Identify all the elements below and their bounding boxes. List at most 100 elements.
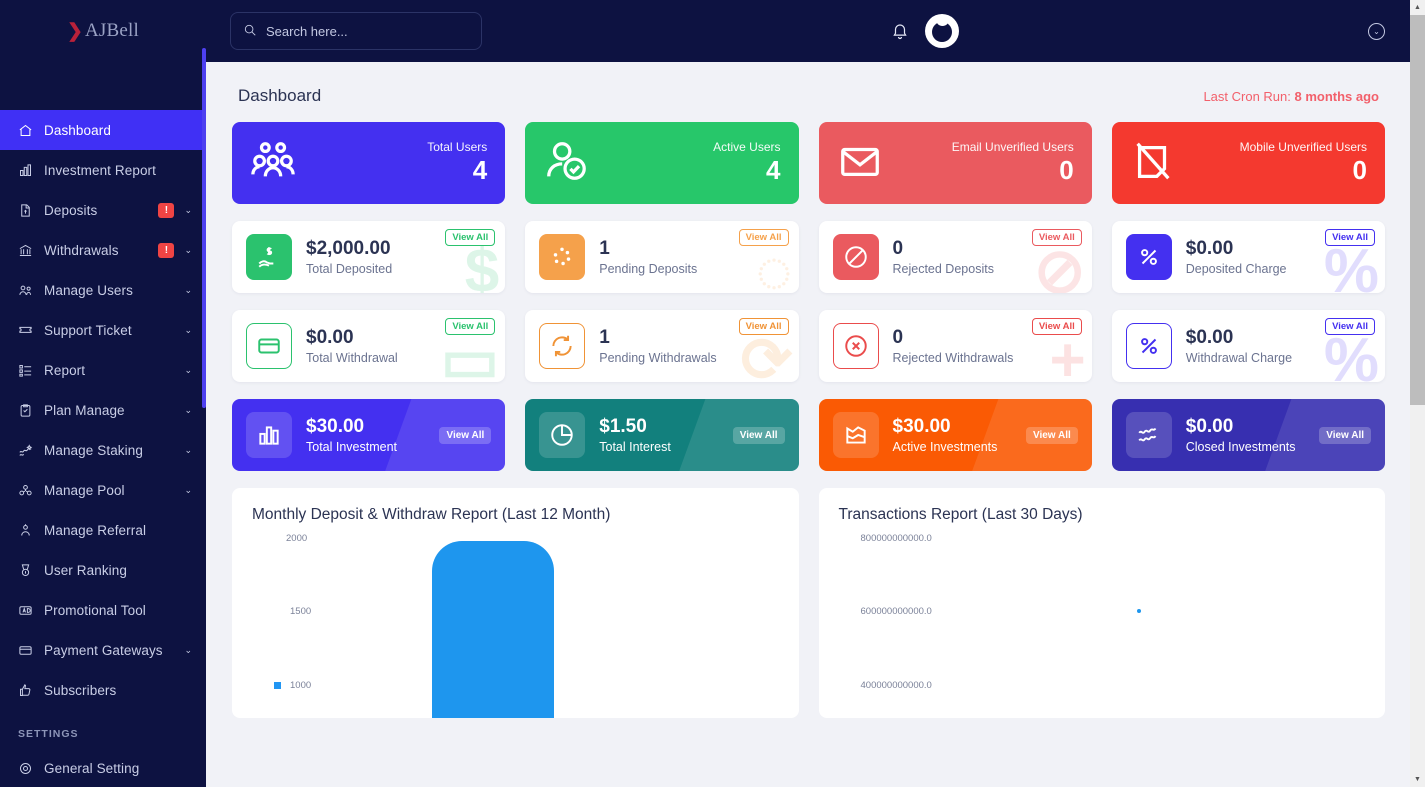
stat-label: Email Unverified Users — [951, 140, 1074, 155]
bank-icon — [18, 243, 44, 258]
sidebar-item-plan-manage[interactable]: Plan Manage ⌄ — [0, 390, 206, 430]
sidebar-item-payment-gateways[interactable]: Payment Gateways ⌄ — [0, 630, 206, 670]
card-watermark-icon: % — [1323, 326, 1379, 383]
sidebar-item-promotional-tool[interactable]: Promotional Tool — [0, 590, 206, 630]
sidebar-item-withdrawals[interactable]: Withdrawals! ⌄ — [0, 230, 206, 270]
info-card-withdrawal-charge[interactable]: $0.00 Withdrawal Charge% View All — [1111, 310, 1385, 383]
info-card-total-withdrawal[interactable]: $0.00 Total Withdrawal ▭ View All — [232, 310, 506, 382]
sidebar-item-manage-pool[interactable]: Manage Pool ⌄ — [0, 470, 206, 510]
sidebar-item-manage-referral[interactable]: Manage Referral — [0, 510, 206, 550]
view-all-button[interactable]: View All — [732, 426, 785, 444]
topbar: Search here... ⌄ — [206, 0, 1425, 62]
sidebar-item-badge: ! — [158, 242, 175, 258]
search-input[interactable]: Search here... — [230, 12, 482, 50]
chevron-down-icon: ⌄ — [184, 204, 192, 215]
stat-card-mobile-unverified-users[interactable]: Mobile Unverified Users 0 — [1111, 122, 1385, 204]
sidebar-item-support-ticket[interactable]: Support Ticket ⌄ — [0, 310, 206, 350]
sidebar-item-label: User Ranking — [44, 562, 127, 578]
sidebar-item-subscribers[interactable]: Subscribers — [0, 670, 206, 710]
stat-col: Email Unverified Users 0 — [818, 122, 1092, 204]
y-tick: 400000000000.0 — [860, 680, 932, 691]
chart-title: Transactions Report (Last 30 Days) — [838, 506, 1083, 523]
pool-icon — [18, 483, 44, 498]
info-card-rejected-withdrawals[interactable]: 0 Rejected Withdrawals + View All — [818, 310, 1092, 382]
card-col: $0.00 Total Withdrawal ▭ View All — [232, 310, 506, 382]
chart-data-point[interactable] — [1136, 609, 1141, 613]
info-card-total-deposited[interactable]: $2,000.00 Total Deposited $ View All — [232, 221, 506, 293]
stat-value: 0 — [1059, 155, 1074, 186]
sidebar-item-label: Manage Referral — [44, 522, 147, 538]
view-all-button[interactable]: View All — [1325, 229, 1375, 246]
page-scrollbar-thumb[interactable] — [1410, 15, 1425, 405]
list-report-icon — [18, 363, 44, 378]
stat-value: 4 — [766, 155, 781, 186]
view-all-button[interactable]: View All — [1325, 318, 1375, 335]
brand-mark-icon: ❯ — [67, 20, 83, 42]
investment-card-active-investments[interactable]: $30.00 Active Investments View All — [818, 399, 1092, 471]
chart-bar[interactable] — [432, 541, 554, 718]
stat-col: Active Users 4 — [525, 122, 799, 204]
card-value: 1 — [599, 237, 610, 259]
scroll-down-arrow[interactable]: ▼ — [1410, 772, 1425, 787]
chevron-down-icon[interactable]: ⌄ — [1368, 22, 1385, 40]
stat-label: Total Users — [427, 140, 488, 155]
app-root: ❯ AJBell Dashboard Investment Report Depos… — [0, 0, 1425, 787]
sidebar-item-manage-staking[interactable]: Manage Staking ⌄ — [0, 430, 206, 470]
sidebar-item-label: Plan Manage — [44, 402, 125, 418]
view-all-button[interactable]: View All — [1031, 229, 1082, 246]
sidebar-item-label: Payment Gateways — [44, 642, 163, 658]
sidebar-item-user-ranking[interactable]: User Ranking — [0, 550, 206, 590]
investment-card-closed-investments[interactable]: $0.00 Closed Investments View All — [1111, 399, 1385, 471]
view-all-button[interactable]: View All — [738, 318, 789, 335]
info-card-rejected-deposits[interactable]: 0 Rejected Deposits ⊘ View All — [818, 221, 1092, 293]
stat-value: 4 — [472, 155, 488, 186]
view-all-button[interactable]: View All — [1031, 318, 1082, 335]
investment-value: $30.00 — [892, 415, 951, 437]
investment-cards-row: $30.00 Total Investment View All $1.50 Total… — [232, 399, 1385, 471]
scroll-up-arrow[interactable]: ▲ — [1410, 0, 1425, 15]
sidebar-item-report[interactable]: Report ⌄ — [0, 350, 206, 390]
chart-plot-area: 2000 1500 1000 — [252, 533, 779, 718]
y-tick: 1500 — [290, 606, 312, 617]
card-label: Total Withdrawal — [306, 351, 398, 366]
ad-icon — [18, 603, 44, 618]
stat-label: Mobile Unverified Users — [1239, 140, 1367, 155]
card-col: $0.00 Withdrawal Charge% View All — [1111, 310, 1385, 383]
no-entry-icon — [832, 234, 879, 280]
view-all-button[interactable]: View All — [439, 426, 492, 444]
y-tick: 2000 — [286, 533, 308, 544]
y-tick: 600000000000.0 — [860, 606, 932, 617]
view-all-button[interactable]: View All — [738, 229, 789, 246]
sidebar-item-label: Support Ticket — [44, 322, 132, 338]
card-watermark-icon: ◌ — [755, 237, 793, 294]
view-all-button[interactable]: View All — [1319, 426, 1371, 444]
view-all-button[interactable]: View All — [445, 229, 496, 246]
sidebar-item-general-setting[interactable]: General Setting — [0, 748, 206, 787]
sidebar-item-investment-report[interactable]: Investment Report — [0, 150, 206, 190]
stat-card-active-users[interactable]: Active Users 4 — [525, 122, 799, 204]
view-all-button[interactable]: View All — [445, 318, 496, 335]
sidebar-item-dashboard[interactable]: Dashboard — [0, 110, 206, 150]
avatar[interactable] — [925, 14, 959, 48]
bell-icon[interactable] — [891, 22, 909, 40]
medal-icon — [18, 563, 44, 578]
card-value: 0 — [892, 326, 904, 348]
invest-col: $30.00 Total Investment View All — [232, 399, 506, 471]
investment-card-total-investment[interactable]: $30.00 Total Investment View All — [232, 399, 506, 471]
stat-card-email-unverified-users[interactable]: Email Unverified Users 0 — [818, 122, 1092, 204]
sidebar-item-deposits[interactable]: Deposits! ⌄ — [0, 190, 206, 230]
info-card-pending-deposits[interactable]: 1 Pending Deposits ◌ View All — [525, 221, 799, 294]
info-card-deposited-charge[interactable]: $0.00 Deposited Charge% View All — [1111, 221, 1385, 293]
view-all-button[interactable]: View All — [1025, 426, 1078, 444]
invest-col: $30.00 Active Investments View All — [818, 399, 1092, 471]
sidebar-item-label: Report — [44, 362, 86, 378]
info-card-pending-withdrawals[interactable]: 1 Pending Withdrawals ⟳ View All — [525, 310, 799, 382]
stat-card-total-users[interactable]: Total Users 4 — [232, 122, 506, 204]
brand-logo[interactable]: ❯ AJBell — [0, 0, 206, 62]
sidebar-item-manage-users[interactable]: Manage Users ⌄ — [0, 270, 206, 310]
monthly-deposit-withdraw-chart: Monthly Deposit & Withdraw Report (Last … — [232, 488, 799, 718]
investment-card-total-interest[interactable]: $1.50 Total Interest View All — [525, 399, 799, 471]
investment-value: $0.00 — [1185, 415, 1234, 437]
page-scrollbar[interactable]: ▲ ▼ — [1410, 0, 1425, 787]
card-value: $2,000.00 — [306, 237, 391, 259]
